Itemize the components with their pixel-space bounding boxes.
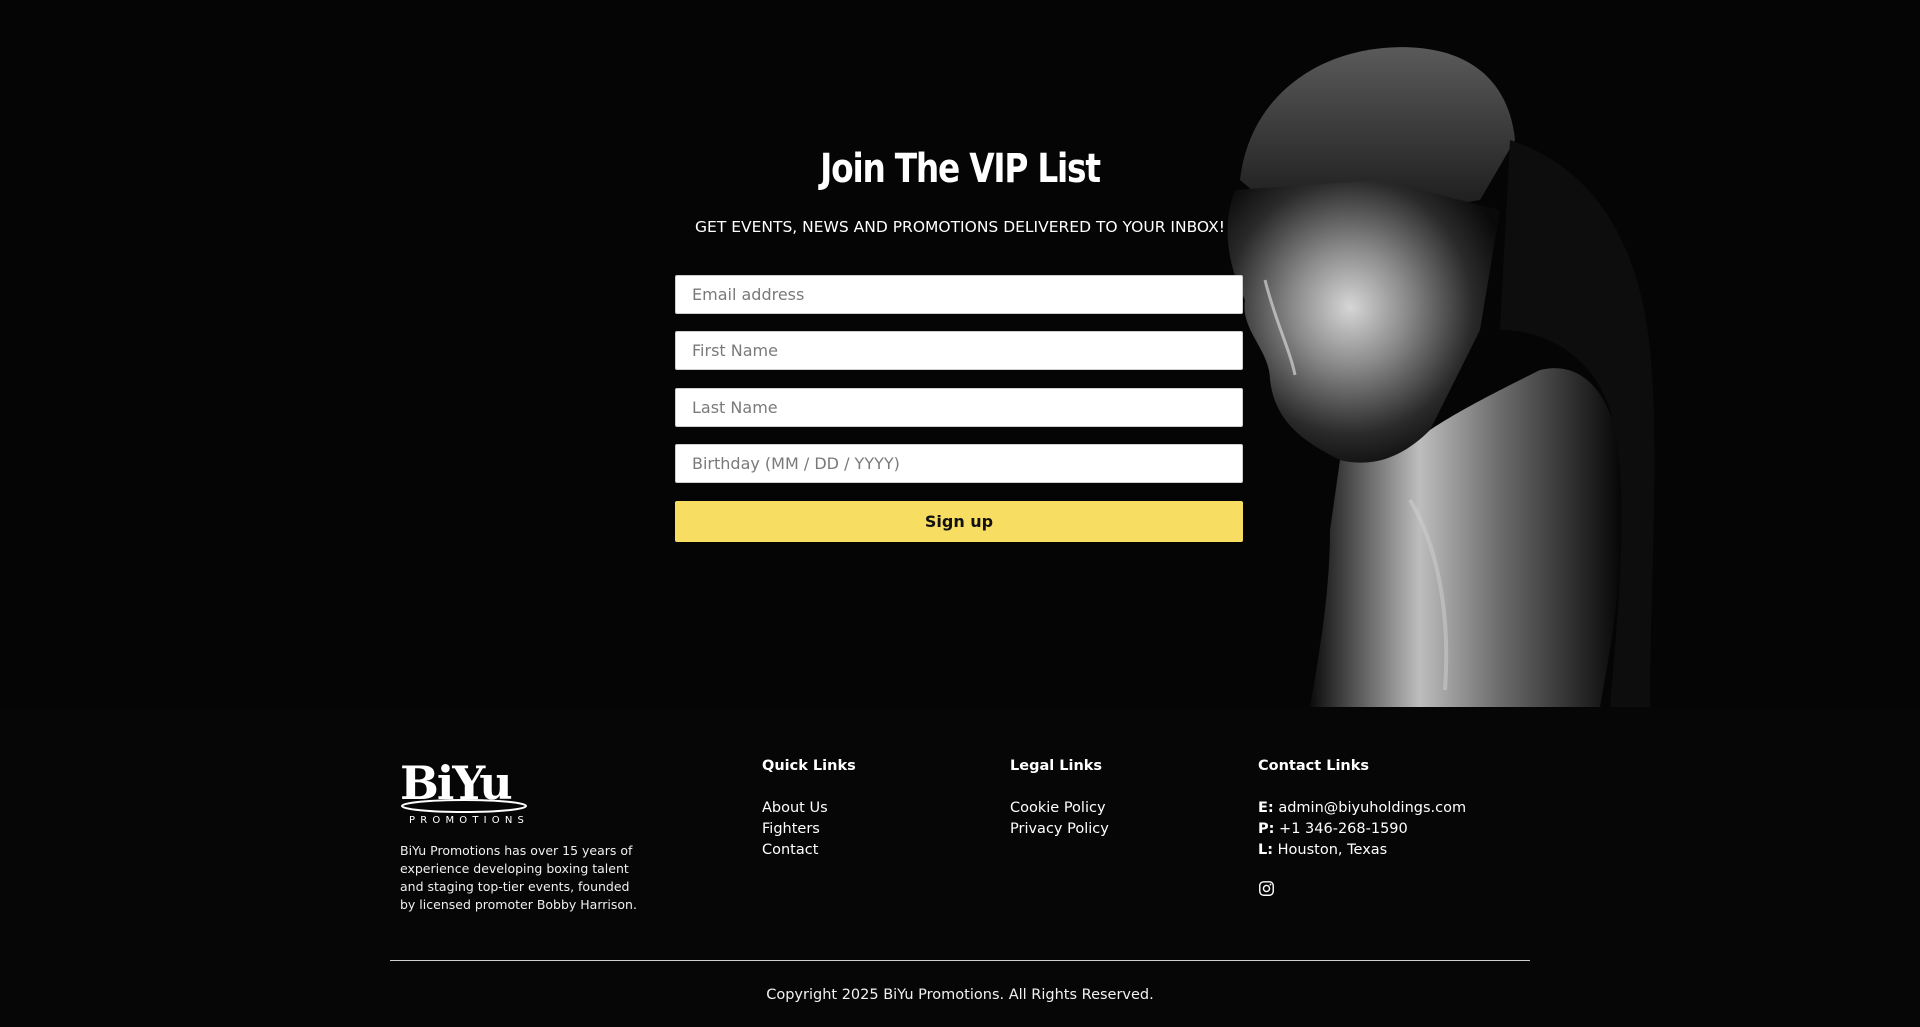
link-privacy-policy[interactable]: Privacy Policy [1010,819,1109,840]
email-field[interactable] [675,275,1243,314]
legal-links-title: Legal Links [1010,758,1103,774]
contact-phone[interactable]: P: +1 346-268-1590 [1258,819,1466,840]
contact-phone-value[interactable]: +1 346-268-1590 [1279,821,1408,837]
signup-button[interactable]: Sign up [675,501,1243,542]
contact-links-column: Contact Links E: admin@biyuholdings.com … [1258,758,1466,897]
instagram-icon[interactable] [1258,880,1275,897]
boxer-photo [1227,47,1655,707]
link-cookie-policy[interactable]: Cookie Policy [1010,798,1109,819]
page: Join The VIP List GET EVENTS, NEWS AND P… [0,0,1920,1027]
footer: BiYu PROMOTIONS BiYu Promotions has over… [0,707,1920,1027]
legal-links-column: Legal Links Cookie Policy Privacy Policy [1010,758,1109,840]
link-fighters[interactable]: Fighters [762,819,856,840]
contact-email-value[interactable]: admin@biyuholdings.com [1278,800,1466,816]
quick-links-title: Quick Links [762,758,856,774]
link-about-us[interactable]: About Us [762,798,856,819]
biyu-logo[interactable]: BiYu PROMOTIONS [400,755,530,827]
contact-email-label: E: [1258,800,1274,816]
footer-divider [390,960,1530,961]
about-text: BiYu Promotions has over 15 years of exp… [400,843,637,912]
link-contact[interactable]: Contact [762,840,856,861]
contact-location-label: L: [1258,842,1274,858]
contact-links-title: Contact Links [1258,758,1370,774]
contact-email[interactable]: E: admin@biyuholdings.com [1258,798,1466,819]
page-title: Join The VIP List [820,146,1101,192]
contact-location: L: Houston, Texas [1258,840,1466,861]
first-name-field[interactable] [675,331,1243,370]
contact-location-value: Houston, Texas [1277,842,1388,858]
quick-links-column: Quick Links About Us Fighters Contact [762,758,856,861]
birthday-field[interactable] [675,444,1243,483]
copyright-text: Copyright 2025 BiYu Promotions. All Righ… [766,987,1154,1003]
vip-signup-section: Join The VIP List GET EVENTS, NEWS AND P… [0,0,1920,707]
contact-phone-label: P: [1258,821,1275,837]
logo-tagline: PROMOTIONS [409,815,529,826]
last-name-field[interactable] [675,388,1243,427]
page-subtitle: GET EVENTS, NEWS AND PROMOTIONS DELIVERE… [695,218,1225,236]
